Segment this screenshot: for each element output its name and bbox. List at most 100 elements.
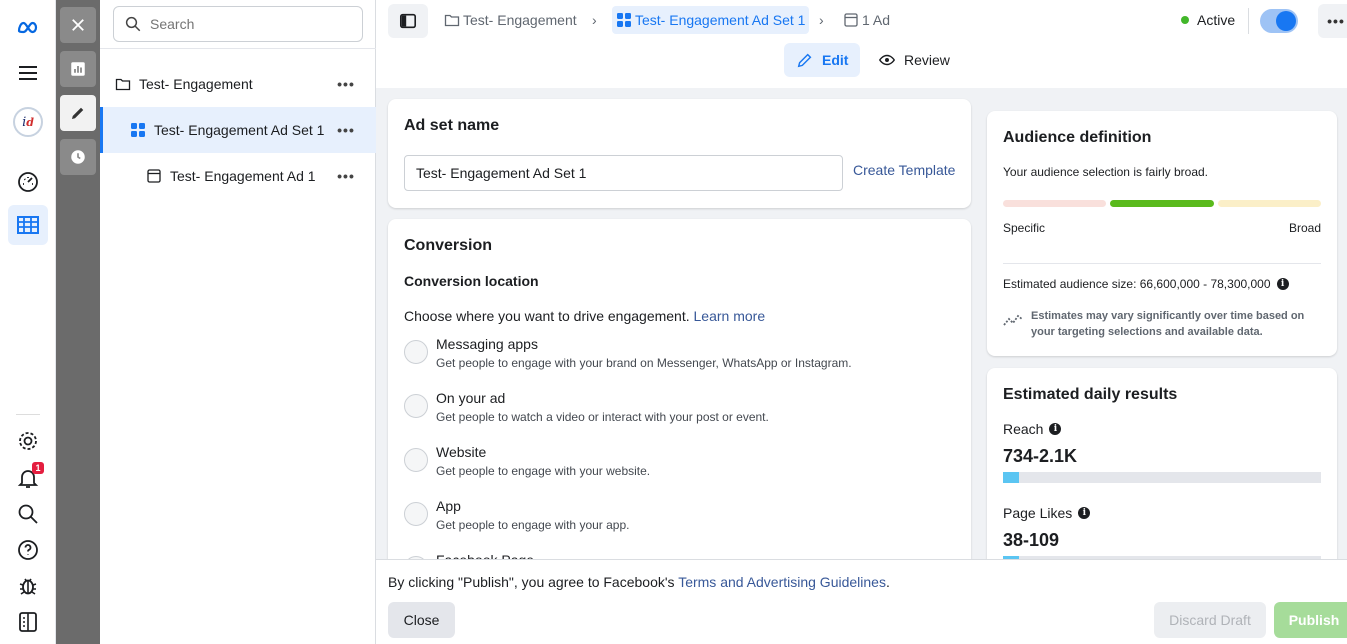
ad-icon	[146, 168, 162, 184]
chevron-right-icon: ›	[592, 12, 597, 28]
meter-specific-label: Specific	[1003, 221, 1046, 235]
option-website[interactable]: Website Get people to engage with your w…	[404, 444, 964, 494]
pencil-icon	[797, 53, 812, 68]
breadcrumb-ad[interactable]: 1 Ad	[843, 6, 890, 34]
page-likes-value: 38-109	[1003, 530, 1060, 550]
toggle-knob	[1276, 11, 1296, 31]
metric-label: Reach	[1003, 421, 1044, 437]
pencil-icon[interactable]	[60, 95, 96, 131]
more-options-icon[interactable]: •••	[332, 168, 360, 184]
account-avatar[interactable]: id	[8, 102, 48, 142]
tree-item-label: Test- Engagement Ad 1	[170, 168, 316, 184]
more-options-icon[interactable]: •••	[332, 76, 360, 92]
info-icon[interactable]: i	[1078, 507, 1091, 519]
option-description: Get people to engage with your brand on …	[436, 356, 852, 370]
option-on-your-ad[interactable]: On your ad Get people to watch a video o…	[404, 390, 964, 440]
tree-divider	[100, 48, 376, 49]
chart-icon[interactable]	[60, 51, 96, 87]
page-likes-label: Page Likes i	[1003, 505, 1091, 521]
main-editor: Test- Engagement › Test- Engagement Ad S…	[376, 0, 1347, 644]
grid-icon	[617, 13, 631, 27]
card-title: Conversion	[404, 237, 493, 254]
option-description: Get people to engage with your website.	[436, 464, 651, 478]
learn-more-link[interactable]: Learn more	[694, 308, 766, 324]
clock-icon[interactable]	[60, 139, 96, 175]
option-app[interactable]: App Get people to engage with your app.	[404, 498, 964, 548]
info-icon[interactable]: i	[1276, 278, 1289, 290]
search-input[interactable]	[150, 16, 350, 32]
publish-button[interactable]: Publish	[1274, 602, 1347, 638]
search-field[interactable]	[113, 6, 363, 42]
section-description: Choose where you want to drive engagemen…	[404, 308, 765, 324]
radio-button[interactable]	[404, 340, 428, 364]
sidebar-toggle-icon[interactable]	[388, 4, 428, 38]
more-options-icon[interactable]: •••	[332, 122, 360, 138]
editor-tool-column	[56, 0, 100, 644]
conversion-card: Conversion Conversion location Choose wh…	[388, 219, 971, 564]
reach-label: Reach i	[1003, 421, 1062, 437]
meta-logo-icon[interactable]	[8, 8, 48, 48]
terms-period: .	[885, 574, 890, 590]
breadcrumb-campaign[interactable]: Test- Engagement	[444, 6, 577, 34]
tab-edit[interactable]: Edit	[784, 43, 861, 77]
help-icon[interactable]	[8, 530, 48, 570]
discard-draft-button[interactable]: Discard Draft	[1154, 602, 1266, 638]
chevron-right-icon: ›	[819, 12, 824, 28]
bell-icon[interactable]: 1	[8, 458, 48, 498]
folder-icon	[115, 76, 131, 92]
estimate-note: Estimates may vary significantly over ti…	[1031, 310, 1305, 338]
meter-current-segment	[1110, 200, 1214, 207]
panel-collapse-icon[interactable]	[8, 602, 48, 642]
tree-item-campaign[interactable]: Test- Engagement •••	[100, 61, 376, 107]
gear-icon[interactable]	[8, 421, 48, 461]
option-title: On your ad	[436, 390, 506, 406]
dashboard-gauge-icon[interactable]	[8, 162, 48, 202]
meter-broad-label: Broad	[1288, 221, 1321, 235]
active-toggle[interactable]	[1260, 9, 1298, 33]
tree-item-label: Test- Engagement Ad Set 1	[154, 122, 325, 138]
grid-icon	[130, 122, 146, 138]
ads-manager-table-icon[interactable]	[8, 205, 48, 245]
reach-bar	[1003, 472, 1321, 483]
campaign-tree-panel: Test- Engagement ••• Test- Engagement Ad…	[100, 0, 376, 644]
tree-item-adset[interactable]: Test- Engagement Ad Set 1 •••	[100, 107, 376, 153]
option-description: Get people to engage with your app.	[436, 518, 630, 532]
eye-icon	[878, 54, 896, 66]
divider	[1248, 8, 1249, 34]
close-button[interactable]: Close	[388, 602, 455, 638]
tab-review[interactable]: Review	[866, 43, 962, 77]
more-options-button[interactable]: •••	[1318, 4, 1347, 38]
status-label: Active	[1197, 12, 1236, 28]
bug-icon[interactable]	[8, 566, 48, 606]
meter-broad-segment	[1218, 200, 1321, 207]
audience-size: Estimated audience size: 66,600,000 - 78…	[1003, 277, 1289, 291]
tree-item-label: Test- Engagement	[139, 76, 253, 92]
info-icon[interactable]: i	[1049, 423, 1062, 435]
option-title: Website	[436, 444, 487, 460]
card-title: Audience definition	[1003, 129, 1152, 146]
nav-rail: id 1	[0, 0, 56, 644]
card-title: Ad set name	[404, 117, 500, 134]
metric-label: Page Likes	[1003, 505, 1073, 521]
radio-button[interactable]	[404, 448, 428, 472]
audience-summary: Your audience selection is fairly broad.	[1003, 165, 1209, 179]
folder-icon	[444, 14, 460, 27]
option-messaging-apps[interactable]: Messaging apps Get people to engage with…	[404, 336, 964, 386]
terms-link[interactable]: Terms and Advertising Guidelines	[678, 574, 886, 590]
radio-button[interactable]	[404, 394, 428, 418]
search-icon[interactable]	[8, 494, 48, 534]
create-template-link[interactable]: Create Template	[853, 162, 955, 178]
close-icon[interactable]	[60, 7, 96, 43]
tree-item-ad[interactable]: Test- Engagement Ad 1 •••	[100, 153, 376, 199]
breadcrumb-label: 1 Ad	[862, 12, 891, 28]
reach-bar-fill	[1003, 472, 1019, 483]
adset-name-input[interactable]	[404, 155, 843, 191]
option-description: Get people to watch a video or interact …	[436, 410, 769, 424]
audience-size-text: Estimated audience size: 66,600,000 - 78…	[1003, 277, 1271, 291]
breadcrumb-adset[interactable]: Test- Engagement Ad Set 1	[612, 6, 810, 34]
top-bar: Test- Engagement › Test- Engagement Ad S…	[376, 0, 1347, 88]
radio-button[interactable]	[404, 502, 428, 526]
breadcrumb-label: Test- Engagement Ad Set 1	[635, 12, 806, 28]
menu-icon[interactable]	[8, 53, 48, 93]
daily-results-card: Estimated daily results Reach i 734-2.1K…	[987, 368, 1337, 568]
